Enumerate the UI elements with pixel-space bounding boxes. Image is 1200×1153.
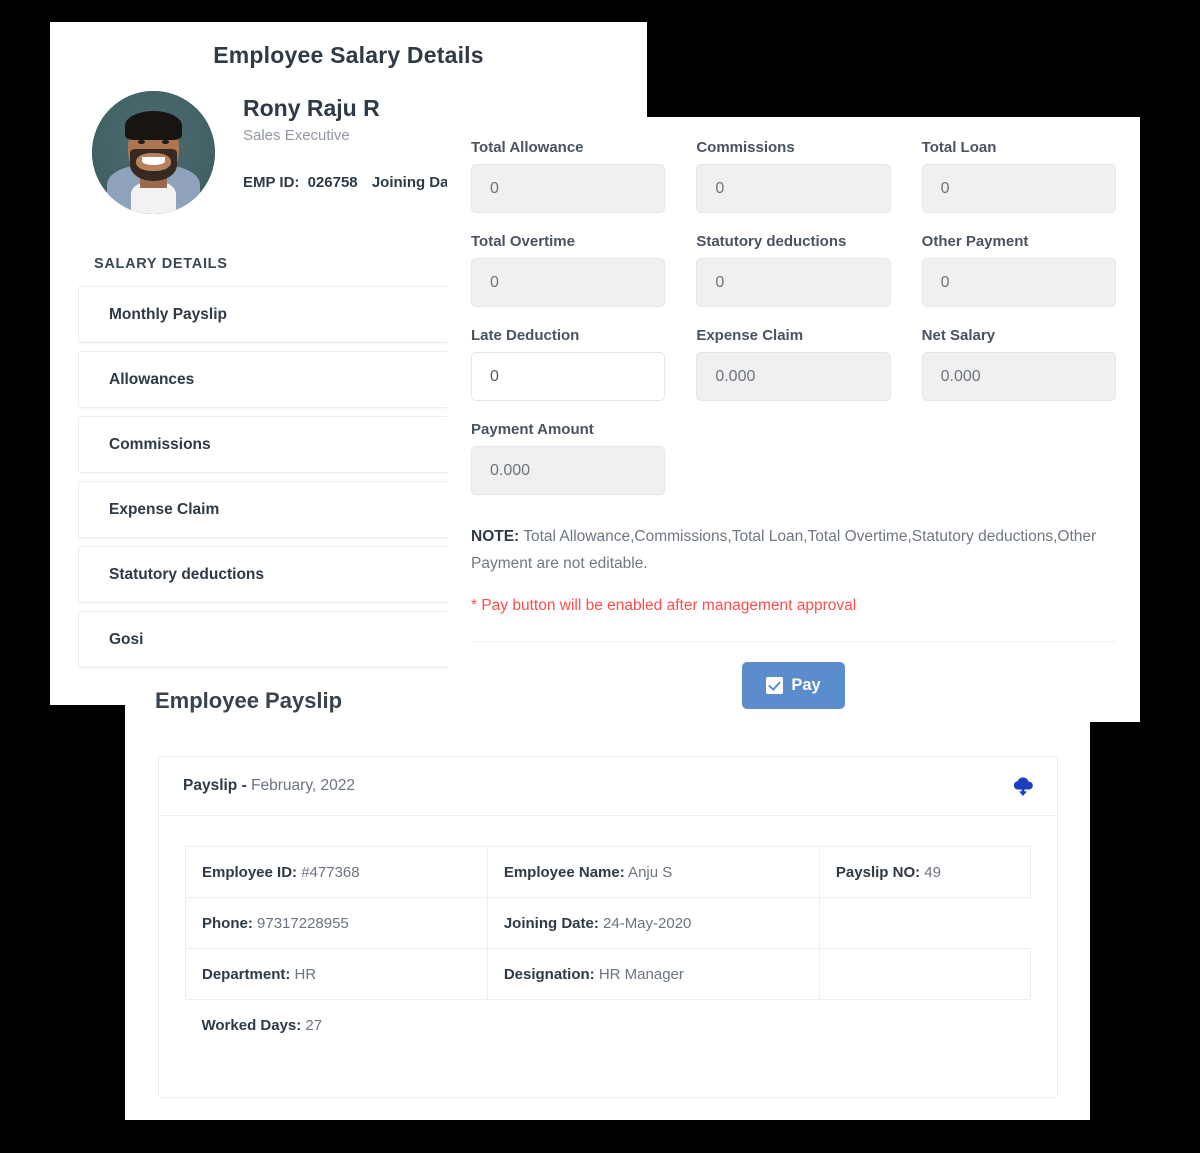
field-expense-claim: Expense Claim [696,327,890,401]
employee-name: Rony Raju R [243,95,466,121]
expense-claim-input[interactable] [696,352,890,401]
table-cell: Joining Date: 24-May-2020 [487,898,819,949]
cell-label: Phone: [202,915,253,932]
other-payment-input[interactable] [922,258,1116,307]
table-cell: Designation: HR Manager [487,949,819,1000]
field-total-allowance: Total Allowance [471,139,665,213]
cell-label: Worked Days: [202,1017,302,1034]
statutory-deductions-input[interactable] [696,258,890,307]
field-label: Expense Claim [696,327,890,344]
field-label: Net Salary [922,327,1116,344]
table-row: Employee ID: #477368 Employee Name: Anju… [186,847,1031,898]
cell-value: 24-May-2020 [599,915,692,932]
cell-value: Anju S [625,864,673,881]
table-cell-empty [819,1000,1030,1051]
list-item-label: Monthly Payslip [109,306,227,324]
cell-label: Designation: [504,966,595,983]
table-cell: Employee Name: Anju S [487,847,819,898]
payment-amount-input[interactable] [471,446,665,495]
total-loan-input[interactable] [922,164,1116,213]
pay-button-row: Pay [471,642,1116,709]
table-cell: Department: HR [186,949,488,1000]
field-label: Total Overtime [471,233,665,250]
table-cell-empty [487,1000,819,1051]
payslip-card-title: Payslip - February, 2022 [183,777,355,795]
total-allowance-input[interactable] [471,164,665,213]
list-item-label: Expense Claim [109,501,219,519]
field-label: Other Payment [922,233,1116,250]
list-item-label: Allowances [109,371,194,389]
avatar [92,91,215,214]
field-label: Statutory deductions [696,233,890,250]
cell-label: Employee ID: [202,864,297,881]
note-text: NOTE: Total Allowance,Commissions,Total … [471,523,1116,577]
cell-value: #477368 [297,864,360,881]
list-item-label: Statutory deductions [109,566,264,584]
employee-id-line: EMP ID: 026758 Joining Date [243,174,466,191]
payslip-card-header: Payslip - February, 2022 [159,757,1057,816]
cell-value: HR Manager [595,966,684,983]
salary-payment-form-panel: Total Allowance Commissions Total Loan T… [447,117,1140,722]
approval-warning-text: * Pay button will be enabled after manag… [471,597,1116,615]
table-cell-empty [819,949,1030,1000]
cloud-download-icon[interactable] [1011,775,1035,797]
cell-value: 27 [301,1017,322,1034]
net-salary-input[interactable] [922,352,1116,401]
employee-payslip-heading: Employee Payslip [155,688,342,714]
total-overtime-input[interactable] [471,258,665,307]
cell-value: 49 [920,864,941,881]
field-commissions: Commissions [696,139,890,213]
employee-meta: Rony Raju R Sales Executive EMP ID: 0267… [215,91,466,191]
table-row: Worked Days: 27 [186,1000,1031,1051]
table-cell: Employee ID: #477368 [186,847,488,898]
field-label: Payment Amount [471,421,665,438]
field-other-payment: Other Payment [922,233,1116,307]
cell-label: Employee Name: [504,864,625,881]
late-deduction-input[interactable] [471,352,665,401]
payment-fields-grid: Total Allowance Commissions Total Loan T… [471,139,1116,515]
table-cell: Payslip NO: 49 [819,847,1030,898]
table-cell-empty [819,898,1030,949]
field-net-salary: Net Salary [922,327,1116,401]
note-body: Total Allowance,Commissions,Total Loan,T… [471,528,1096,572]
field-late-deduction: Late Deduction [471,327,665,401]
pay-button-label: Pay [791,676,820,695]
payslip-card-title-label: Payslip - [183,777,247,794]
cell-label: Joining Date: [504,915,599,932]
cell-label: Department: [202,966,290,983]
employee-role: Sales Executive [243,127,466,144]
emp-id-label: EMP ID: [243,174,299,191]
page-title: Employee Salary Details [50,42,647,69]
checkbox-icon [766,677,783,694]
field-payment-amount: Payment Amount [471,421,665,495]
table-row: Phone: 97317228955 Joining Date: 24-May-… [186,898,1031,949]
field-label: Late Deduction [471,327,665,344]
table-row: Department: HR Designation: HR Manager [186,949,1031,1000]
field-statutory-deductions: Statutory deductions [696,233,890,307]
list-item-label: Commissions [109,436,211,454]
note-label: NOTE: [471,528,519,545]
table-cell: Worked Days: 27 [186,1000,488,1051]
table-cell: Phone: 97317228955 [186,898,488,949]
field-label: Total Allowance [471,139,665,156]
emp-id-value: 026758 [308,174,358,191]
cell-value: 97317228955 [253,915,349,932]
payslip-card-title-period: February, 2022 [247,777,355,794]
cell-label: Payslip NO: [836,864,920,881]
pay-button[interactable]: Pay [742,662,844,709]
commissions-input[interactable] [696,164,890,213]
employee-payslip-panel: Payslip - February, 2022 Employee ID: #4… [125,672,1090,1120]
field-total-overtime: Total Overtime [471,233,665,307]
field-label: Total Loan [922,139,1116,156]
field-label: Commissions [696,139,890,156]
field-total-loan: Total Loan [922,139,1116,213]
list-item-label: Gosi [109,631,143,649]
payslip-info-table: Employee ID: #477368 Employee Name: Anju… [185,846,1031,1050]
payslip-card: Payslip - February, 2022 Employee ID: #4… [158,756,1058,1098]
cell-value: HR [290,966,316,983]
